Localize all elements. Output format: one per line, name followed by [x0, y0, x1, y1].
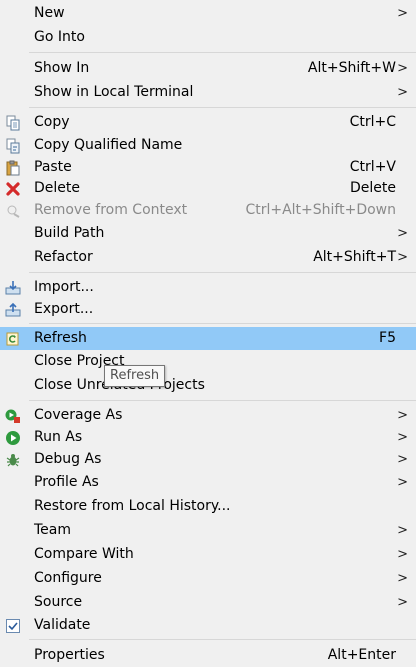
menu-item-debug-as[interactable]: Debug As > [0, 448, 416, 471]
menu-item-label: Profile As [34, 474, 99, 490]
menu-item-paste[interactable]: Paste Ctrl+V [0, 156, 416, 179]
copy-icon [5, 115, 21, 131]
submenu-arrow-icon: > [397, 571, 408, 586]
menu-item-show-in-local-terminal[interactable]: Show in Local Terminal > [0, 81, 416, 104]
separator [29, 400, 416, 401]
submenu-arrow-icon: > [397, 408, 408, 423]
menu-item-export[interactable]: Export... [0, 298, 416, 321]
tooltip: Refresh [104, 365, 166, 387]
menu-item-label: Run As [34, 429, 83, 445]
submenu-arrow-icon: > [397, 475, 408, 490]
copy-qualified-name-icon [5, 138, 21, 154]
submenu-arrow-icon: > [397, 61, 408, 76]
separator [29, 52, 416, 53]
menu-item-team[interactable]: Team > [0, 519, 416, 542]
menu-item-properties[interactable]: Properties Alt+Enter [0, 644, 416, 667]
context-menu: New > Go Into Show In Alt+Shift+W > Show… [0, 0, 416, 663]
menu-item-shortcut: F5 [379, 330, 396, 346]
import-icon [5, 280, 21, 296]
menu-item-label: Compare With [34, 546, 134, 562]
menu-item-shortcut: Ctrl+Alt+Shift+Down [245, 202, 396, 218]
menu-item-compare-with[interactable]: Compare With > [0, 543, 416, 566]
menu-item-label: Validate [34, 617, 91, 633]
submenu-arrow-icon: > [397, 250, 408, 265]
menu-item-label: Properties [34, 647, 105, 663]
menu-item-label: Remove from Context [34, 202, 188, 218]
separator [29, 272, 416, 273]
menu-item-label: Paste [34, 159, 72, 175]
menu-item-restore-from-local-history[interactable]: Restore from Local History... [0, 495, 416, 518]
menu-item-go-into[interactable]: Go Into [0, 26, 416, 49]
debug-icon [5, 452, 21, 468]
menu-item-copy-qualified-name[interactable]: Copy Qualified Name [0, 134, 416, 157]
submenu-arrow-icon: > [397, 6, 408, 21]
refresh-icon [5, 331, 21, 347]
menu-item-shortcut: Ctrl+C [349, 114, 396, 130]
menu-item-import[interactable]: Import... [0, 276, 416, 299]
submenu-arrow-icon: > [397, 523, 408, 538]
menu-item-shortcut: Ctrl+V [349, 159, 396, 175]
menu-item-label: Copy [34, 114, 70, 130]
menu-item-label: Build Path [34, 225, 105, 241]
menu-item-validate[interactable]: Validate [0, 614, 416, 637]
menu-item-label: Configure [34, 570, 102, 586]
menu-item-label: Import... [34, 279, 94, 295]
paste-icon [5, 160, 21, 176]
submenu-arrow-icon: > [397, 547, 408, 562]
separator [29, 639, 416, 640]
menu-item-label: Source [34, 594, 83, 610]
menu-item-label: New [34, 5, 65, 21]
coverage-icon [5, 408, 21, 424]
checkbox-checked-icon [5, 618, 21, 634]
menu-item-label: Restore from Local History... [34, 498, 231, 514]
menu-item-configure[interactable]: Configure > [0, 567, 416, 590]
menu-item-run-as[interactable]: Run As > [0, 426, 416, 449]
submenu-arrow-icon: > [397, 85, 408, 100]
menu-item-label: Export... [34, 301, 94, 317]
menu-item-label: Refresh [34, 330, 87, 346]
menu-item-label: Delete [34, 180, 80, 196]
menu-item-source[interactable]: Source > [0, 591, 416, 614]
menu-item-label: Coverage As [34, 407, 123, 423]
menu-item-refresh[interactable]: Refresh F5 [0, 327, 416, 350]
menu-item-label: Copy Qualified Name [34, 137, 183, 153]
menu-item-label: Team [34, 522, 72, 538]
menu-item-label: Show in Local Terminal [34, 84, 194, 100]
menu-item-profile-as[interactable]: Profile As > [0, 471, 416, 494]
menu-item-new[interactable]: New > [0, 2, 416, 25]
menu-item-shortcut: Alt+Shift+T [313, 249, 396, 265]
menu-item-build-path[interactable]: Build Path > [0, 222, 416, 245]
menu-item-label: Refactor [34, 249, 93, 265]
delete-icon [5, 181, 21, 197]
remove-from-context-icon [5, 203, 21, 219]
menu-item-close-project[interactable]: Close Project [0, 350, 416, 373]
menu-item-shortcut: Alt+Shift+W [307, 60, 396, 76]
menu-item-shortcut: Alt+Enter [327, 647, 396, 663]
menu-item-close-unrelated-projects[interactable]: Close Unrelated Projects [0, 374, 416, 397]
export-icon [5, 302, 21, 318]
submenu-arrow-icon: > [397, 226, 408, 241]
separator [29, 323, 416, 324]
menu-item-shortcut: Delete [350, 180, 396, 196]
submenu-arrow-icon: > [397, 430, 408, 445]
menu-item-delete[interactable]: Delete Delete [0, 177, 416, 200]
menu-item-remove-from-context: Remove from Context Ctrl+Alt+Shift+Down [0, 199, 416, 222]
menu-item-copy[interactable]: Copy Ctrl+C [0, 111, 416, 134]
separator [29, 107, 416, 108]
submenu-arrow-icon: > [397, 452, 408, 467]
menu-item-label: Show In [34, 60, 90, 76]
menu-item-label: Go Into [34, 29, 85, 45]
menu-item-coverage-as[interactable]: Coverage As > [0, 404, 416, 427]
run-icon [5, 430, 21, 446]
menu-item-show-in[interactable]: Show In Alt+Shift+W > [0, 57, 416, 80]
menu-item-refactor[interactable]: Refactor Alt+Shift+T > [0, 246, 416, 269]
menu-item-label: Debug As [34, 451, 102, 467]
submenu-arrow-icon: > [397, 595, 408, 610]
